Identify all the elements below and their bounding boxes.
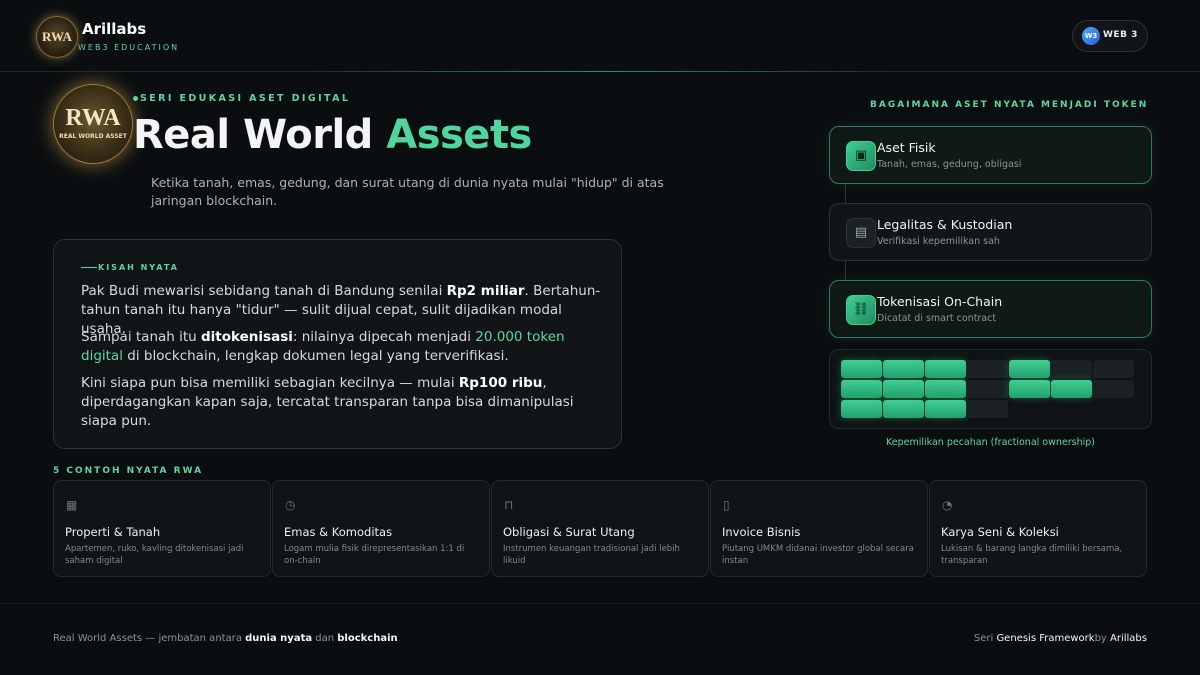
grid-cell (883, 360, 924, 378)
flow-step-aset-fisik[interactable]: ▣ Aset Fisik Tanah, emas, gedung, obliga… (829, 126, 1152, 184)
grid-cell (841, 360, 882, 378)
grid-cell (1009, 380, 1050, 398)
story-card: KISAH NYATA Pak Budi mewarisi sebidang t… (53, 239, 622, 449)
story-paragraph-3: Kini siapa pun bisa memiliki sebagian ke… (81, 375, 574, 429)
document-icon: ▤ (846, 218, 876, 248)
building-icon: ▣ (846, 141, 876, 171)
grid-cell (1051, 380, 1092, 398)
grid-cell (925, 360, 966, 378)
grid-cell (841, 400, 882, 418)
chain-link-icon: ⛓ (846, 295, 876, 325)
header-bar: RWA Arillabs WEB3 EDUCATION W3 WEB 3 (0, 0, 1200, 72)
fractional-grid (829, 349, 1152, 429)
grid-cell (1009, 360, 1050, 378)
footer-tagline: Real World Assets — jembatan antara duni… (53, 633, 398, 644)
logo-icon: RWA (36, 16, 78, 58)
story-tag: KISAH NYATA (98, 263, 179, 272)
example-card-obligasi[interactable]: ⊓ Obligasi & Surat Utang Instrumen keuan… (491, 480, 709, 577)
building-icon: ▦ (66, 498, 78, 512)
grid-cell (967, 400, 1008, 418)
header-divider (300, 71, 900, 72)
page-title: Real World Assets (133, 112, 532, 158)
series-label: SERI EDUKASI ASET DIGITAL (140, 93, 351, 104)
example-card-invoice[interactable]: ▯ Invoice Bisnis Piutang UMKM didanai in… (710, 480, 928, 577)
series-dot (133, 96, 138, 101)
web3-icon: W3 (1082, 27, 1100, 45)
web3-pill[interactable]: W3 WEB 3 (1072, 20, 1148, 52)
footer: Real World Assets — jembatan antara duni… (0, 603, 1200, 675)
example-card-emas[interactable]: ◷ Emas & Komoditas Logam mulia fisik dir… (272, 480, 490, 577)
palette-icon: ◔ (942, 498, 953, 512)
grid-cell (1051, 360, 1092, 378)
flow-connector (845, 261, 846, 281)
example-card-properti[interactable]: ▦ Properti & Tanah Apartemen, ruko, kavl… (53, 480, 271, 577)
flow-step-legalitas[interactable]: ▤ Legalitas & Kustodian Verifikasi kepem… (829, 203, 1152, 261)
rwa-badge-icon: RWA REAL WORLD ASSET (53, 84, 133, 164)
brand-tagline: WEB3 EDUCATION (78, 43, 180, 52)
grid-cell (841, 380, 882, 398)
grid-cell (883, 380, 924, 398)
page-subtitle: Ketika tanah, emas, gedung, dan surat ut… (151, 175, 664, 208)
example-card-karya-seni[interactable]: ◔ Karya Seni & Koleksi Lukisan & barang … (929, 480, 1147, 577)
brand-name: Arillabs (82, 20, 147, 38)
flow-heading: BAGAIMANA ASET NYATA MENJADI TOKEN (870, 100, 1149, 110)
flow-connector (845, 184, 846, 204)
grid-cell (1093, 380, 1134, 398)
grid-cell (967, 380, 1008, 398)
story-paragraph-2: Sampai tanah itu ditokenisasi: nilainya … (81, 329, 565, 364)
web3-label: WEB 3 (1103, 30, 1138, 40)
bank-icon: ⊓ (504, 498, 514, 512)
examples-heading: 5 CONTOH NYATA RWA (53, 466, 204, 476)
grid-cell (925, 380, 966, 398)
flow-step-tokenisasi[interactable]: ⛓ Tokenisasi On-Chain Dicatat di smart c… (829, 280, 1152, 338)
medal-icon: ◷ (285, 498, 296, 512)
story-tag-line (81, 267, 97, 268)
grid-cell (883, 400, 924, 418)
grid-cell (925, 400, 966, 418)
footer-credit: Seri Genesis Frameworkby Arillabs (973, 633, 1147, 644)
grid-cell (967, 360, 1008, 378)
invoice-icon: ▯ (723, 498, 730, 512)
grid-caption: Kepemilikan pecahan (fractional ownershi… (885, 437, 1096, 448)
grid-cell (1093, 360, 1134, 378)
